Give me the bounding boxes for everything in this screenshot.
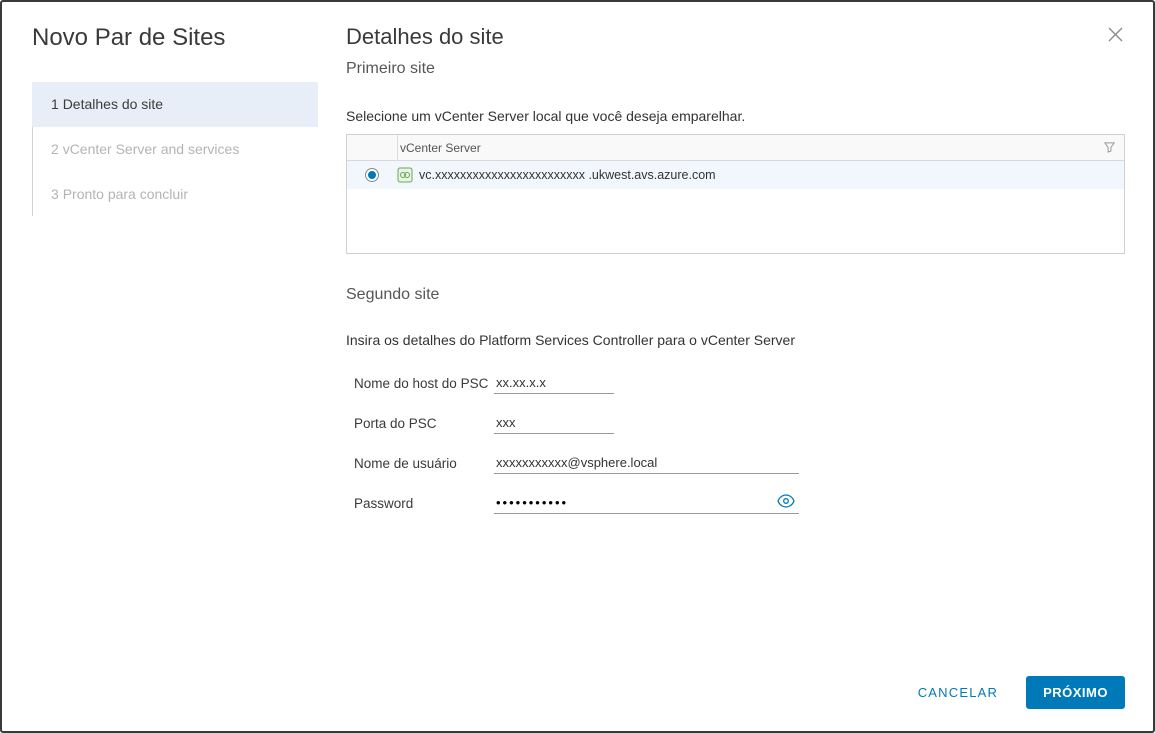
filter-icon — [1104, 142, 1115, 153]
wizard-main: Detalhes do site Primeiro site Selecione… — [318, 2, 1153, 731]
psc-host-input[interactable] — [494, 372, 614, 394]
page-subtitle: Primeiro site — [346, 60, 1105, 78]
show-password-button[interactable] — [777, 494, 795, 513]
close-icon — [1108, 27, 1123, 42]
username-label: Nome de usuário — [346, 456, 494, 471]
next-button[interactable]: PRÓXIMO — [1026, 676, 1125, 709]
vcenter-server-name: vc.xxxxxxxxxxxxxxxxxxxxxxxx .ukwest.avs.… — [419, 168, 716, 182]
wizard-steps: 1 Detalhes do site 2 vCenter Server and … — [32, 82, 318, 216]
step-ready-complete: 3 Pronto para concluir — [33, 172, 318, 217]
password-input[interactable] — [494, 492, 773, 513]
eye-icon — [777, 494, 795, 508]
second-site-title: Segundo site — [346, 286, 1125, 304]
cancel-button[interactable]: CANCELAR — [912, 677, 1004, 708]
radio-selected-icon[interactable] — [365, 168, 379, 182]
username-input[interactable] — [494, 452, 799, 474]
wizard-sidebar: Novo Par de Sites 1 Detalhes do site 2 v… — [2, 2, 318, 731]
wizard-title: Novo Par de Sites — [2, 24, 318, 70]
vcenter-table: vCenter Server vc.xxxxxxxxxxxxxxxxxxxxxx… — [346, 134, 1125, 254]
second-site-instruction: Insira os detalhes do Platform Services … — [346, 332, 1125, 348]
table-row[interactable]: vc.xxxxxxxxxxxxxxxxxxxxxxxx .ukwest.avs.… — [347, 161, 1124, 189]
column-header-vcenter[interactable]: vCenter Server — [397, 135, 1094, 160]
psc-port-input[interactable] — [494, 412, 614, 434]
close-button[interactable] — [1105, 24, 1125, 44]
psc-port-label: Porta do PSC — [346, 416, 494, 431]
step-site-details[interactable]: 1 Detalhes do site — [32, 82, 318, 127]
first-site-instruction: Selecione um vCenter Server local que vo… — [346, 108, 1125, 124]
psc-host-label: Nome do host do PSC — [346, 376, 494, 391]
step-vcenter-services: 2 vCenter Server and services — [33, 127, 318, 172]
password-label: Password — [346, 496, 494, 511]
filter-button[interactable] — [1094, 142, 1124, 153]
page-title: Detalhes do site — [346, 24, 1105, 50]
vcenter-icon — [397, 167, 413, 183]
wizard-footer: CANCELAR PRÓXIMO — [318, 657, 1153, 731]
